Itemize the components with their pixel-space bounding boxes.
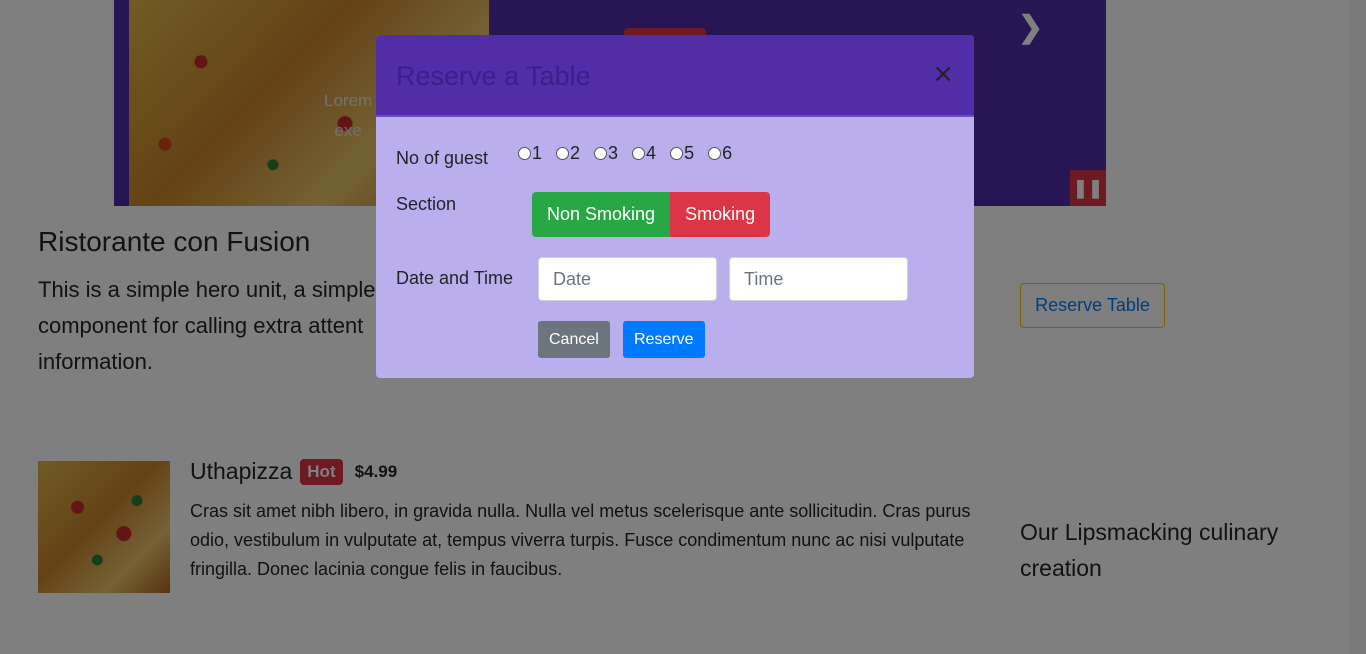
- radio-icon[interactable]: [632, 147, 646, 160]
- guest-radio-group: 1 2 3 4 5 6: [518, 143, 732, 164]
- radio-icon[interactable]: [594, 147, 608, 160]
- section-button-group: Non Smoking Smoking: [532, 192, 771, 237]
- modal-title: Reserve a Table: [396, 61, 591, 91]
- scrollbar[interactable]: [1349, 0, 1366, 654]
- guest-option-4[interactable]: 4: [632, 143, 656, 164]
- radio-icon[interactable]: [670, 147, 684, 160]
- radio-icon[interactable]: [708, 147, 722, 160]
- section-label: Section: [396, 194, 457, 214]
- guest-option-1[interactable]: 1: [518, 143, 542, 164]
- reserve-modal: Reserve a Table × No of guest 1 2 3 4 5 …: [376, 35, 974, 378]
- guest-option-6[interactable]: 6: [708, 143, 732, 164]
- guest-label: No of guest: [396, 148, 489, 168]
- modal-header: Reserve a Table ×: [376, 35, 974, 117]
- non-smoking-button[interactable]: Non Smoking: [532, 192, 671, 237]
- close-icon[interactable]: ×: [932, 59, 954, 89]
- reserve-button[interactable]: Reserve: [623, 321, 705, 358]
- radio-icon[interactable]: [518, 147, 531, 160]
- guest-option-2[interactable]: 2: [556, 143, 580, 164]
- radio-icon[interactable]: [556, 147, 570, 160]
- datetime-label: Date and Time: [396, 268, 514, 288]
- cancel-button[interactable]: Cancel: [538, 321, 610, 358]
- guest-option-5[interactable]: 5: [670, 143, 694, 164]
- time-input[interactable]: [729, 257, 908, 301]
- date-input[interactable]: [538, 257, 717, 301]
- guest-option-3[interactable]: 3: [594, 143, 618, 164]
- smoking-button[interactable]: Smoking: [670, 192, 771, 237]
